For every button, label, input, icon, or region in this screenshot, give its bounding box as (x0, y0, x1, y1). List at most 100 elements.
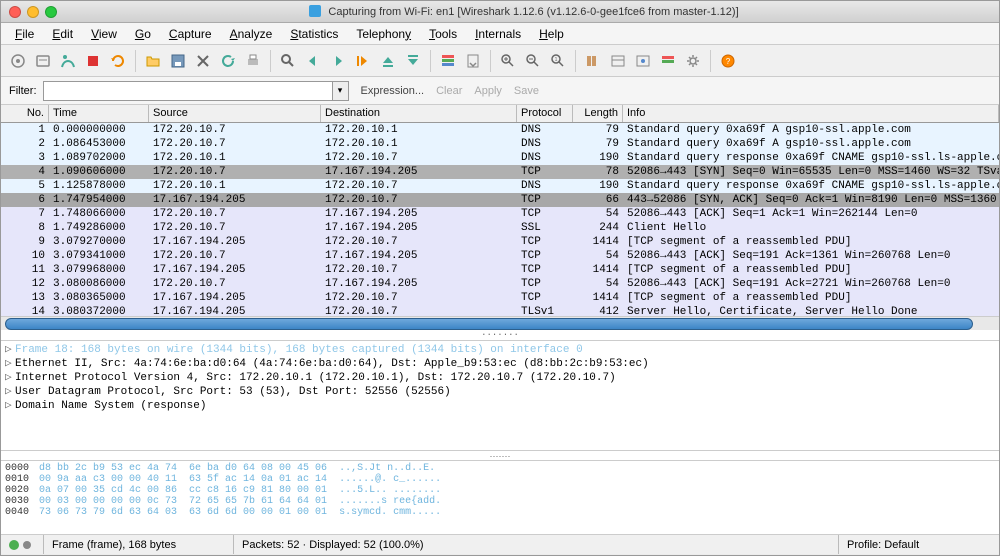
col-time[interactable]: Time (49, 105, 149, 122)
menubar: File Edit View Go Capture Analyze Statis… (1, 23, 999, 45)
zoom-out-icon[interactable] (522, 50, 544, 72)
filter-clear-button[interactable]: Clear (436, 85, 462, 97)
menu-go[interactable]: Go (127, 25, 159, 43)
auto-scroll-icon[interactable] (462, 50, 484, 72)
menu-tools[interactable]: Tools (421, 25, 465, 43)
packet-row[interactable]: 21.086453000172.20.10.7172.20.10.1DNS79S… (1, 137, 999, 151)
packet-row[interactable]: 41.090606000172.20.10.717.167.194.205TCP… (1, 165, 999, 179)
col-destination[interactable]: Destination (321, 105, 517, 122)
packet-row[interactable]: 31.089702000172.20.10.1172.20.10.7DNS190… (1, 151, 999, 165)
filter-save-button[interactable]: Save (514, 85, 539, 97)
preferences-icon[interactable] (682, 50, 704, 72)
packet-row[interactable]: 51.125878000172.20.10.1172.20.10.7DNS190… (1, 179, 999, 193)
expand-icon[interactable]: ▷ (5, 357, 15, 371)
status-packets: Packets: 52 · Displayed: 52 (100.0%) (234, 535, 839, 554)
horizontal-scrollbar[interactable] (1, 316, 999, 330)
filter-apply-button[interactable]: Apply (474, 85, 502, 97)
col-info[interactable]: Info (623, 105, 999, 122)
start-capture-icon[interactable] (57, 50, 79, 72)
go-forward-icon[interactable] (327, 50, 349, 72)
titlebar: Capturing from Wi-Fi: en1 [Wireshark 1.1… (1, 1, 999, 23)
menu-edit[interactable]: Edit (44, 25, 81, 43)
close-file-icon[interactable] (192, 50, 214, 72)
menu-statistics[interactable]: Statistics (282, 25, 346, 43)
detail-ethernet[interactable]: Ethernet II, Src: 4a:74:6e:ba:d0:64 (4a:… (15, 358, 649, 370)
reload-icon[interactable] (217, 50, 239, 72)
menu-help[interactable]: Help (531, 25, 572, 43)
packet-row[interactable]: 71.748066000172.20.10.717.167.194.205TCP… (1, 207, 999, 221)
detail-dns[interactable]: Domain Name System (response) (15, 400, 206, 412)
pane-resize-dots[interactable]: ······· (1, 450, 999, 460)
filter-expression-button[interactable]: Expression... (361, 85, 425, 97)
hex-offsets: 00000010002000300040 (1, 461, 33, 534)
expert-led-icon (9, 540, 19, 550)
packet-row[interactable]: 93.07927000017.167.194.205172.20.10.7TCP… (1, 235, 999, 249)
packet-details[interactable]: ▷Frame 18: 168 bytes on wire (1344 bits)… (1, 340, 999, 450)
go-last-icon[interactable] (402, 50, 424, 72)
expand-icon[interactable]: ▷ (5, 371, 15, 385)
go-to-packet-icon[interactable] (352, 50, 374, 72)
go-back-icon[interactable] (302, 50, 324, 72)
help-icon[interactable]: ? (717, 50, 739, 72)
zoom-in-icon[interactable] (497, 50, 519, 72)
packet-bytes[interactable]: 00000010002000300040 d8 bb 2c b9 53 ec 4… (1, 460, 999, 534)
scrollbar-thumb[interactable] (5, 318, 973, 330)
col-source[interactable]: Source (149, 105, 321, 122)
filter-label: Filter: (9, 85, 37, 97)
pane-resize-dots[interactable]: ······· (1, 330, 999, 340)
detail-frame[interactable]: Frame 18: 168 bytes on wire (1344 bits),… (15, 344, 583, 356)
svg-text:1: 1 (555, 57, 558, 63)
minimize-window-button[interactable] (27, 6, 39, 18)
menu-internals[interactable]: Internals (467, 25, 529, 43)
open-file-icon[interactable] (142, 50, 164, 72)
expand-icon[interactable]: ▷ (5, 385, 15, 399)
zoom-reset-icon[interactable]: 1 (547, 50, 569, 72)
status-bullet-icon (23, 541, 31, 549)
packet-row[interactable]: 133.08036500017.167.194.205172.20.10.7TC… (1, 291, 999, 305)
expand-icon[interactable]: ▷ (5, 343, 15, 357)
resize-columns-icon[interactable] (582, 50, 604, 72)
packet-list-body[interactable]: 10.000000000172.20.10.7172.20.10.1DNS79S… (1, 123, 999, 316)
interfaces-icon[interactable] (7, 50, 29, 72)
colorize-icon[interactable] (437, 50, 459, 72)
status-profile[interactable]: Profile: Default (839, 535, 999, 554)
hex-bytes: d8 bb 2c b9 53 ec 4a 74 6e ba d0 64 08 0… (33, 461, 333, 534)
menu-capture[interactable]: Capture (161, 25, 220, 43)
zoom-window-button[interactable] (45, 6, 57, 18)
packet-row[interactable]: 143.08037200017.167.194.205172.20.10.7TL… (1, 305, 999, 316)
stop-capture-icon[interactable] (82, 50, 104, 72)
menu-analyze[interactable]: Analyze (222, 25, 281, 43)
packet-row[interactable]: 10.000000000172.20.10.7172.20.10.1DNS79S… (1, 123, 999, 137)
col-no[interactable]: No. (1, 105, 49, 122)
options-icon[interactable] (32, 50, 54, 72)
go-first-icon[interactable] (377, 50, 399, 72)
app-icon (309, 5, 321, 17)
capture-filters-icon[interactable] (607, 50, 629, 72)
menu-file[interactable]: File (7, 25, 42, 43)
expand-icon[interactable]: ▷ (5, 399, 15, 413)
coloring-rules-icon[interactable] (657, 50, 679, 72)
find-icon[interactable] (277, 50, 299, 72)
status-bar: Frame (frame), 168 bytes Packets: 52 · D… (1, 534, 999, 554)
detail-udp[interactable]: User Datagram Protocol, Src Port: 53 (53… (15, 386, 451, 398)
packet-row[interactable]: 61.74795400017.167.194.205172.20.10.7TCP… (1, 193, 999, 207)
print-icon[interactable] (242, 50, 264, 72)
filter-input[interactable] (43, 81, 333, 101)
packet-list-header: No. Time Source Destination Protocol Len… (1, 105, 999, 123)
status-expert[interactable] (1, 535, 44, 554)
col-length[interactable]: Length (573, 105, 623, 122)
display-filters-icon[interactable] (632, 50, 654, 72)
hex-ascii: ..,S.Jt n..d..E. ......@. c_...... ...5.… (333, 461, 447, 534)
detail-ip[interactable]: Internet Protocol Version 4, Src: 172.20… (15, 372, 616, 384)
menu-telephony[interactable]: Telephony (348, 25, 419, 43)
packet-row[interactable]: 103.079341000172.20.10.717.167.194.205TC… (1, 249, 999, 263)
menu-view[interactable]: View (83, 25, 125, 43)
close-window-button[interactable] (9, 6, 21, 18)
filter-dropdown-icon[interactable]: ▾ (333, 81, 349, 101)
col-protocol[interactable]: Protocol (517, 105, 573, 122)
save-file-icon[interactable] (167, 50, 189, 72)
packet-row[interactable]: 123.080086000172.20.10.717.167.194.205TC… (1, 277, 999, 291)
packet-row[interactable]: 113.07996800017.167.194.205172.20.10.7TC… (1, 263, 999, 277)
packet-row[interactable]: 81.749286000172.20.10.717.167.194.205SSL… (1, 221, 999, 235)
restart-capture-icon[interactable] (107, 50, 129, 72)
